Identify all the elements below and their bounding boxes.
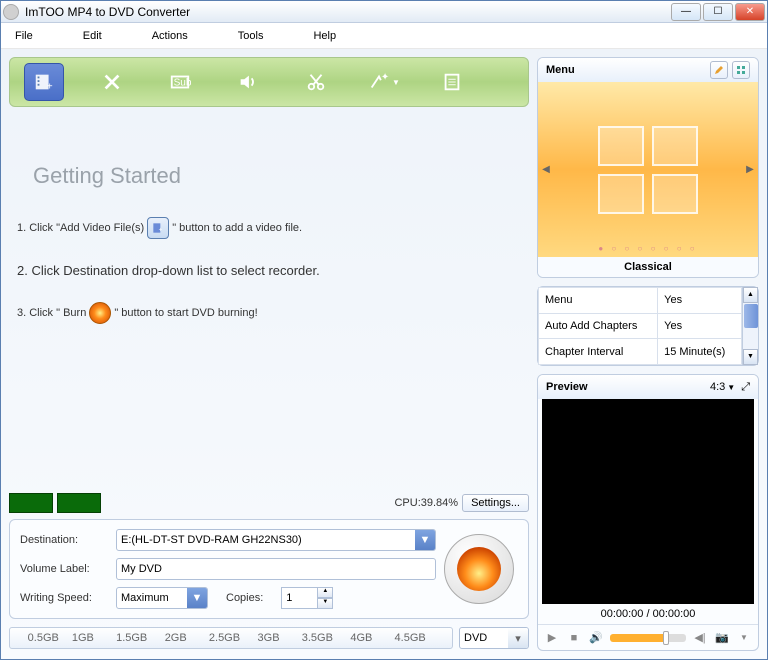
menu-actions[interactable]: Actions	[146, 27, 194, 45]
writing-speed-label: Writing Speed:	[20, 592, 108, 604]
getting-started-heading: Getting Started	[33, 163, 523, 189]
template-name: Classical	[538, 257, 758, 277]
volume-label-input[interactable]	[116, 558, 436, 580]
getting-started-panel: Getting Started 1. Click "Add Video File…	[9, 113, 529, 487]
preview-controls: ▶ ■ 🔊 ◀| 📷 ▼	[538, 624, 758, 650]
stop-button[interactable]: ■	[566, 630, 582, 646]
minimize-button[interactable]: —	[671, 3, 701, 21]
template-pager: ● ○ ○ ○ ○ ○ ○ ○	[538, 244, 758, 253]
fire-icon	[457, 547, 501, 591]
close-button[interactable]: ✕	[735, 3, 765, 21]
titlebar: ImTOO MP4 to DVD Converter — ☐ ✕	[1, 1, 767, 23]
cpu-chart-2	[57, 493, 101, 513]
chevron-down-icon: ▼	[727, 383, 735, 392]
burn-panel: Destination: E:(HL-DT-ST DVD-RAM GH22NS3…	[9, 519, 529, 619]
table-row: Auto Add ChaptersYes	[539, 313, 742, 339]
play-button[interactable]: ▶	[544, 630, 560, 646]
properties-scrollbar[interactable]: ▲ ▼	[742, 287, 758, 365]
menu-file[interactable]: File	[9, 27, 39, 45]
subtitle-button[interactable]: Sub	[160, 63, 200, 101]
menubar: File Edit Actions Tools Help	[1, 23, 767, 49]
destination-label: Destination:	[20, 534, 108, 546]
preview-title: Preview	[546, 381, 710, 393]
preview-screen	[542, 399, 754, 604]
snapshot-button[interactable]: 📷	[714, 630, 730, 646]
spin-up-icon[interactable]: ▲	[317, 587, 333, 598]
burn-icon	[89, 302, 111, 324]
step-2: 2. Click Destination drop-down list to s…	[17, 263, 523, 278]
fullscreen-button[interactable]: ⤢	[741, 381, 750, 394]
table-row: MenuYes	[539, 288, 742, 314]
preview-time: 00:00:00 / 00:00:00	[538, 604, 758, 624]
menu-panel-title: Menu	[546, 64, 706, 76]
window-title: ImTOO MP4 to DVD Converter	[25, 5, 671, 19]
writing-speed-select[interactable]: Maximum▼	[116, 587, 208, 609]
clip-button[interactable]	[296, 63, 336, 101]
menu-help[interactable]: Help	[307, 27, 342, 45]
properties-grid: MenuYes Auto Add ChaptersYes Chapter Int…	[537, 286, 759, 366]
copies-stepper[interactable]: ▲▼	[281, 587, 333, 609]
volume-icon[interactable]: 🔊	[588, 630, 604, 646]
menu-edit[interactable]: Edit	[77, 27, 108, 45]
effects-button[interactable]: ✦▼	[364, 63, 404, 101]
menu-templates-button[interactable]	[732, 61, 750, 79]
destination-select[interactable]: E:(HL-DT-ST DVD-RAM GH22NS30)▼	[116, 529, 436, 551]
chevron-down-icon: ▼	[187, 588, 207, 608]
svg-text:Sub: Sub	[174, 78, 191, 89]
menu-template-preview: ◀ ▶ ● ○ ○ ○ ○ ○ ○ ○	[538, 82, 758, 257]
volume-slider[interactable]	[610, 634, 686, 642]
svg-text:+: +	[159, 227, 163, 234]
main-toolbar: + Sub ✦▼	[9, 57, 529, 107]
delete-button[interactable]	[92, 63, 132, 101]
size-bar: 0.5GB 1GB 1.5GB 2GB 2.5GB 3GB 3.5GB 4GB …	[9, 625, 529, 651]
disc-type-select[interactable]: DVD▾	[459, 627, 529, 649]
edit-menu-button[interactable]	[710, 61, 728, 79]
app-icon	[3, 4, 19, 20]
chevron-down-icon: ▾	[508, 628, 528, 648]
prev-template-button[interactable]: ◀	[540, 158, 552, 182]
add-video-button[interactable]: +	[24, 63, 64, 101]
step-3: 3. Click " Burn " button to start DVD bu…	[17, 302, 523, 324]
preview-panel: Preview 4:3▼ ⤢ 00:00:00 / 00:00:00 ▶ ■ 🔊…	[537, 374, 759, 651]
aspect-ratio[interactable]: 4:3	[710, 381, 725, 393]
settings-button[interactable]: Settings...	[462, 494, 529, 512]
audio-button[interactable]	[228, 63, 268, 101]
step-1: 1. Click "Add Video File(s) + " button t…	[17, 217, 523, 239]
next-template-button[interactable]: ▶	[744, 158, 756, 182]
add-file-icon: +	[147, 217, 169, 239]
chevron-down-icon[interactable]: ▼	[736, 630, 752, 646]
copies-label: Copies:	[226, 592, 263, 604]
burn-button[interactable]	[444, 534, 514, 604]
scroll-up-icon[interactable]: ▲	[743, 287, 758, 303]
svg-text:✦: ✦	[381, 72, 389, 83]
spin-down-icon[interactable]: ▼	[317, 598, 333, 609]
chevron-down-icon: ▼	[415, 530, 435, 550]
maximize-button[interactable]: ☐	[703, 3, 733, 21]
cpu-label: CPU:39.84%	[394, 497, 458, 509]
svg-text:+: +	[47, 81, 53, 92]
size-ruler: 0.5GB 1GB 1.5GB 2GB 2.5GB 3GB 3.5GB 4GB …	[9, 627, 453, 649]
table-row: Chapter Interval15 Minute(s)	[539, 339, 742, 365]
menu-tools[interactable]: Tools	[232, 27, 270, 45]
step-back-button[interactable]: ◀|	[692, 630, 708, 646]
properties-button[interactable]	[432, 63, 472, 101]
volume-label-label: Volume Label:	[20, 563, 108, 575]
cpu-chart-1	[9, 493, 53, 513]
menu-template-panel: Menu ◀ ▶ ● ○ ○ ○ ○ ○ ○ ○ Classical	[537, 57, 759, 278]
scroll-down-icon[interactable]: ▼	[743, 349, 758, 365]
cpu-bar: CPU:39.84% Settings...	[9, 493, 529, 513]
